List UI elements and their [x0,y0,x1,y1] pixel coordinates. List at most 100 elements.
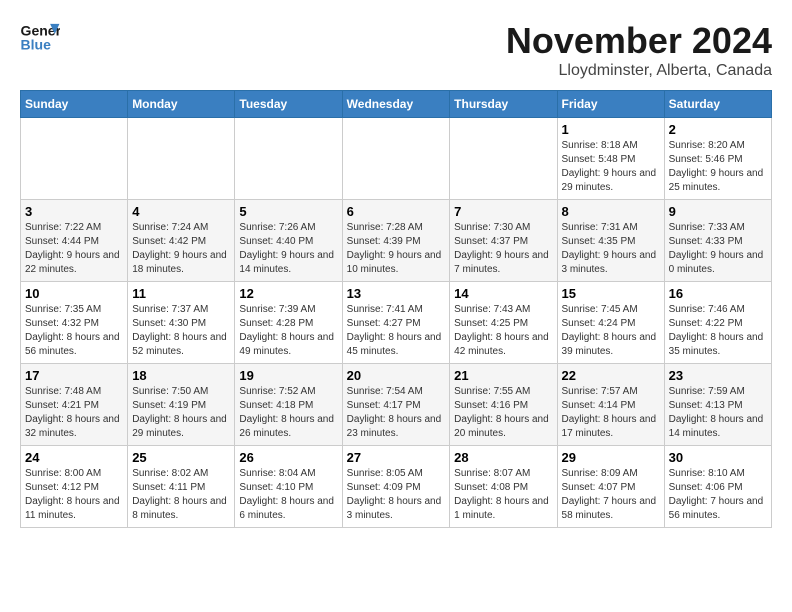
day-number: 12 [239,286,337,301]
day-number: 20 [347,368,446,383]
day-info: Sunrise: 7:30 AM Sunset: 4:37 PM Dayligh… [454,221,552,277]
day-cell [235,118,342,200]
weekday-header-monday: Monday [128,91,235,118]
day-info: Sunrise: 7:46 AM Sunset: 4:22 PM Dayligh… [669,303,767,359]
weekday-header-friday: Friday [557,91,664,118]
weekday-header-sunday: Sunday [21,91,128,118]
day-info: Sunrise: 7:55 AM Sunset: 4:16 PM Dayligh… [454,385,552,441]
day-number: 7 [454,204,552,219]
day-number: 3 [25,204,123,219]
day-cell: 25 Sunrise: 8:02 AM Sunset: 4:11 PM Dayli… [128,446,235,528]
day-number: 18 [132,368,230,383]
day-info: Sunrise: 8:04 AM Sunset: 4:10 PM Dayligh… [239,467,337,523]
week-row-3: 10Sunrise: 7:35 AM Sunset: 4:32 PM Dayli… [21,282,772,364]
day-number: 27 [347,450,446,465]
day-cell: 2 Sunrise: 8:20 AM Sunset: 5:46 PM Daylig… [664,118,771,200]
day-info: Sunrise: 8:20 AM Sunset: 5:46 PM Dayligh… [669,139,767,195]
day-cell: 9 Sunrise: 7:33 AM Sunset: 4:33 PM Daylig… [664,200,771,282]
day-cell: 21Sunrise: 7:55 AM Sunset: 4:16 PM Dayli… [450,364,557,446]
weekday-header-saturday: Saturday [664,91,771,118]
day-cell: 26 Sunrise: 8:04 AM Sunset: 4:10 PM Dayli… [235,446,342,528]
day-info: Sunrise: 7:39 AM Sunset: 4:28 PM Dayligh… [239,303,337,359]
day-number: 1 [562,122,660,137]
day-number: 26 [239,450,337,465]
week-row-1: 1 Sunrise: 8:18 AM Sunset: 5:48 PM Daylig… [21,118,772,200]
day-info: Sunrise: 8:10 AM Sunset: 4:06 PM Dayligh… [669,467,767,523]
day-number: 25 [132,450,230,465]
day-info: Sunrise: 7:57 AM Sunset: 4:14 PM Dayligh… [562,385,660,441]
day-number: 22 [562,368,660,383]
day-cell: 22 Sunrise: 7:57 AM Sunset: 4:14 PM Dayli… [557,364,664,446]
day-number: 16 [669,286,767,301]
day-cell: 29 Sunrise: 8:09 AM Sunset: 4:07 PM Dayli… [557,446,664,528]
day-cell [450,118,557,200]
day-number: 30 [669,450,767,465]
day-number: 19 [239,368,337,383]
day-info: Sunrise: 7:41 AM Sunset: 4:27 PM Dayligh… [347,303,446,359]
svg-text:Blue: Blue [21,37,52,53]
day-number: 8 [562,204,660,219]
day-number: 2 [669,122,767,137]
day-cell: 10Sunrise: 7:35 AM Sunset: 4:32 PM Dayli… [21,282,128,364]
day-cell: 8 Sunrise: 7:31 AM Sunset: 4:35 PM Daylig… [557,200,664,282]
day-cell: 16 Sunrise: 7:46 AM Sunset: 4:22 PM Dayli… [664,282,771,364]
day-info: Sunrise: 7:43 AM Sunset: 4:25 PM Dayligh… [454,303,552,359]
week-row-5: 24 Sunrise: 8:00 AM Sunset: 4:12 PM Dayli… [21,446,772,528]
day-cell: 23Sunrise: 7:59 AM Sunset: 4:13 PM Dayli… [664,364,771,446]
day-info: Sunrise: 7:26 AM Sunset: 4:40 PM Dayligh… [239,221,337,277]
day-info: Sunrise: 7:22 AM Sunset: 4:44 PM Dayligh… [25,221,123,277]
day-info: Sunrise: 7:37 AM Sunset: 4:30 PM Dayligh… [132,303,230,359]
day-cell: 17Sunrise: 7:48 AM Sunset: 4:21 PM Dayli… [21,364,128,446]
day-cell: 30 Sunrise: 8:10 AM Sunset: 4:06 PM Dayli… [664,446,771,528]
day-number: 6 [347,204,446,219]
day-info: Sunrise: 7:35 AM Sunset: 4:32 PM Dayligh… [25,303,123,359]
weekday-header-row: SundayMondayTuesdayWednesdayThursdayFrid… [21,91,772,118]
day-number: 24 [25,450,123,465]
day-cell: 18Sunrise: 7:50 AM Sunset: 4:19 PM Dayli… [128,364,235,446]
day-number: 23 [669,368,767,383]
day-number: 14 [454,286,552,301]
day-number: 29 [562,450,660,465]
day-info: Sunrise: 7:33 AM Sunset: 4:33 PM Dayligh… [669,221,767,277]
day-info: Sunrise: 7:31 AM Sunset: 4:35 PM Dayligh… [562,221,660,277]
day-info: Sunrise: 8:02 AM Sunset: 4:11 PM Dayligh… [132,467,230,523]
day-cell: 20 Sunrise: 7:54 AM Sunset: 4:17 PM Dayli… [342,364,450,446]
header: General Blue November 2024 Lloydminster,… [20,20,772,80]
day-info: Sunrise: 8:09 AM Sunset: 4:07 PM Dayligh… [562,467,660,523]
day-cell [342,118,450,200]
day-cell: 13 Sunrise: 7:41 AM Sunset: 4:27 PM Dayli… [342,282,450,364]
day-cell: 11Sunrise: 7:37 AM Sunset: 4:30 PM Dayli… [128,282,235,364]
day-cell: 1 Sunrise: 8:18 AM Sunset: 5:48 PM Daylig… [557,118,664,200]
weekday-header-wednesday: Wednesday [342,91,450,118]
month-title: November 2024 [506,20,772,62]
logo-icon: General Blue [20,20,60,55]
day-cell [128,118,235,200]
day-info: Sunrise: 7:52 AM Sunset: 4:18 PM Dayligh… [239,385,337,441]
weekday-header-tuesday: Tuesday [235,91,342,118]
day-cell: 7 Sunrise: 7:30 AM Sunset: 4:37 PM Daylig… [450,200,557,282]
day-number: 9 [669,204,767,219]
day-number: 15 [562,286,660,301]
day-info: Sunrise: 7:54 AM Sunset: 4:17 PM Dayligh… [347,385,446,441]
day-cell: 15 Sunrise: 7:45 AM Sunset: 4:24 PM Dayli… [557,282,664,364]
day-number: 13 [347,286,446,301]
title-area: November 2024 Lloydminster, Alberta, Can… [506,20,772,80]
location-title: Lloydminster, Alberta, Canada [506,62,772,80]
day-cell: 12 Sunrise: 7:39 AM Sunset: 4:28 PM Dayli… [235,282,342,364]
day-info: Sunrise: 7:45 AM Sunset: 4:24 PM Dayligh… [562,303,660,359]
day-info: Sunrise: 8:18 AM Sunset: 5:48 PM Dayligh… [562,139,660,195]
day-info: Sunrise: 7:24 AM Sunset: 4:42 PM Dayligh… [132,221,230,277]
week-row-2: 3 Sunrise: 7:22 AM Sunset: 4:44 PM Daylig… [21,200,772,282]
calendar-table: SundayMondayTuesdayWednesdayThursdayFrid… [20,90,772,528]
day-cell: 3 Sunrise: 7:22 AM Sunset: 4:44 PM Daylig… [21,200,128,282]
day-cell: 19 Sunrise: 7:52 AM Sunset: 4:18 PM Dayli… [235,364,342,446]
day-number: 17 [25,368,123,383]
day-cell [21,118,128,200]
day-cell: 28Sunrise: 8:07 AM Sunset: 4:08 PM Dayli… [450,446,557,528]
day-number: 5 [239,204,337,219]
day-cell: 24 Sunrise: 8:00 AM Sunset: 4:12 PM Dayli… [21,446,128,528]
day-cell: 6Sunrise: 7:28 AM Sunset: 4:39 PM Daylig… [342,200,450,282]
day-cell: 27Sunrise: 8:05 AM Sunset: 4:09 PM Dayli… [342,446,450,528]
day-number: 4 [132,204,230,219]
day-info: Sunrise: 8:00 AM Sunset: 4:12 PM Dayligh… [25,467,123,523]
